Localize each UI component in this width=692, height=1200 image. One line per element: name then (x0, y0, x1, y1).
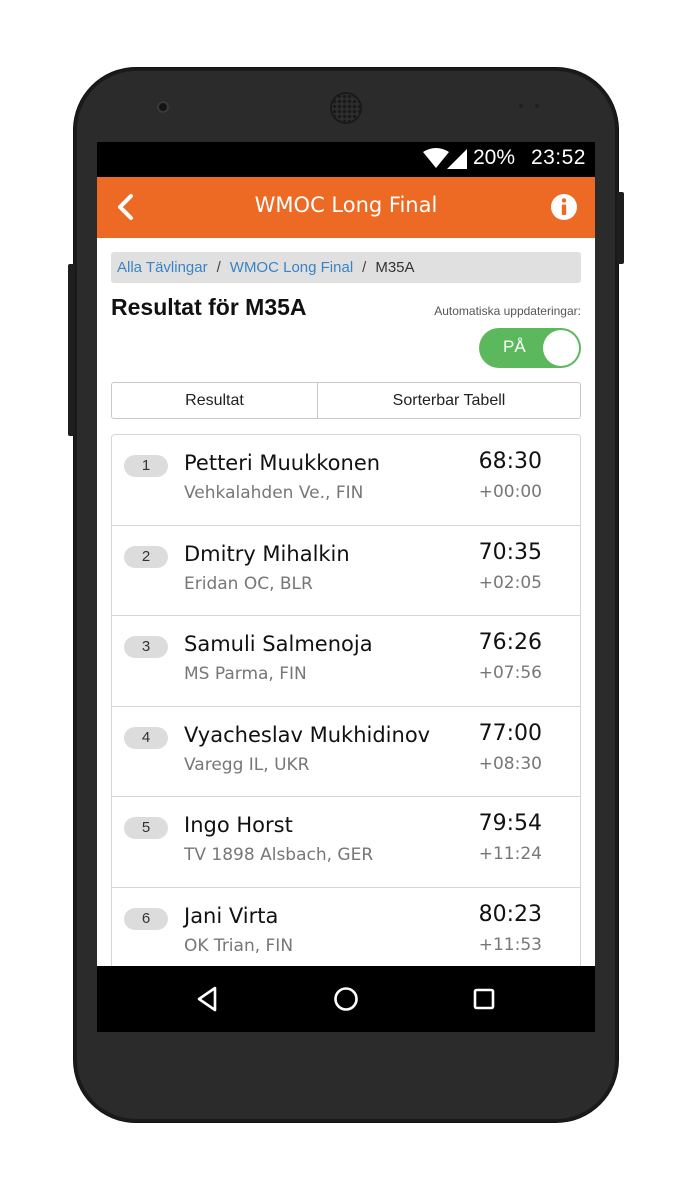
breadcrumb-all-competitions[interactable]: Alla Tävlingar (117, 259, 208, 276)
toggle-knob (543, 330, 579, 366)
breadcrumb-separator: / (216, 259, 221, 276)
status-bar: 20% 23:52 (97, 142, 595, 177)
result-row[interactable]: 5 Ingo Horst TV 1898 Alsbach, GER 79:54 +11:… (112, 797, 580, 888)
breadcrumb-separator: / (362, 259, 367, 276)
power-button (617, 192, 624, 264)
runner-club: Varegg IL, UKR (184, 754, 310, 775)
result-row[interactable]: 3 Samuli Salmenoja MS Parma, FIN 76:26 +07:5… (112, 616, 580, 707)
rank-badge: 5 (124, 817, 168, 839)
tab-resultat[interactable]: Resultat (112, 383, 318, 418)
result-row[interactable]: 6 Jani Virta OK Trian, FIN 80:23 +11:53 (112, 888, 580, 978)
rank-badge: 1 (124, 455, 168, 477)
breadcrumb-competition[interactable]: WMOC Long Final (230, 259, 353, 276)
view-tabs: Resultat Sorterbar Tabell (111, 382, 581, 419)
rank-badge: 6 (124, 907, 168, 930)
back-triangle-icon[interactable] (193, 984, 223, 1014)
signal-icon (447, 149, 467, 169)
time-behind: +08:30 (478, 753, 542, 774)
home-circle-icon[interactable] (331, 984, 361, 1014)
light-sensor (535, 104, 539, 108)
result-time: 77:00 (478, 720, 542, 746)
runner-club: Eridan OC, BLR (184, 573, 313, 594)
toggle-label: PÅ (503, 337, 526, 356)
runner-name: Ingo Horst (184, 813, 293, 837)
screen: 20% 23:52 WMOC Long Final Alla Tävlingar… (97, 142, 595, 1032)
auto-updates-label: Automatiska uppdateringar: (434, 304, 581, 318)
runner-club: OK Trian, FIN (184, 935, 294, 956)
rank-badge: 4 (124, 726, 168, 749)
result-row[interactable]: 4 Vyacheslav Mukhidinov Varegg IL, UKR 77:0… (112, 707, 580, 797)
earpiece-speaker (332, 94, 360, 122)
front-camera (157, 101, 169, 113)
runner-name: Jani Virta (184, 903, 279, 928)
time-behind: +02:05 (478, 572, 542, 593)
time-behind: +00:00 (478, 482, 542, 502)
result-time: 76:26 (478, 630, 542, 655)
auto-updates-toggle[interactable]: PÅ (479, 328, 581, 368)
runner-name: Vyacheslav Mukhidinov (184, 722, 431, 747)
app-bar: WMOC Long Final (97, 177, 595, 238)
runner-club: MS Parma, FIN (184, 664, 307, 684)
volume-button (68, 264, 75, 436)
runner-name: Petteri Muukkonen (184, 451, 381, 475)
time-behind: +11:24 (478, 844, 542, 864)
clock: 23:52 (530, 146, 586, 169)
result-time: 70:35 (478, 539, 542, 565)
time-behind: +07:56 (478, 663, 542, 683)
tab-sorterbar-tabell[interactable]: Sorterbar Tabell (318, 383, 580, 418)
result-time: 80:23 (478, 901, 542, 927)
recents-square-icon[interactable] (469, 984, 499, 1014)
breadcrumb: Alla Tävlingar / WMOC Long Final / M35A (111, 252, 581, 283)
result-row[interactable]: 1 Petteri Muukkonen Vehkalahden Ve., FIN 68… (112, 435, 580, 526)
app-title: WMOC Long Final (254, 193, 438, 217)
time-behind: +11:53 (478, 934, 542, 955)
result-row[interactable]: 2 Dmitry Mihalkin Eridan OC, BLR 70:35 +02:0… (112, 526, 580, 616)
battery-level: 20% (473, 146, 516, 169)
page-title: Resultat för M35A (111, 294, 307, 320)
result-time: 79:54 (478, 811, 542, 836)
breadcrumb-current: M35A (375, 259, 415, 276)
runner-club: TV 1898 Alsbach, GER (184, 845, 374, 865)
result-time: 68:30 (478, 449, 542, 474)
runner-name: Samuli Salmenoja (184, 632, 373, 656)
info-icon[interactable] (550, 193, 578, 221)
results-list: 1 Petteri Muukkonen Vehkalahden Ve., FIN 68… (111, 434, 581, 1032)
proximity-sensor (519, 104, 523, 108)
rank-badge: 3 (124, 636, 168, 658)
runner-club: Vehkalahden Ve., FIN (184, 483, 364, 503)
navigation-bar (97, 966, 595, 1032)
rank-badge: 2 (124, 545, 168, 568)
runner-name: Dmitry Mihalkin (184, 541, 350, 566)
